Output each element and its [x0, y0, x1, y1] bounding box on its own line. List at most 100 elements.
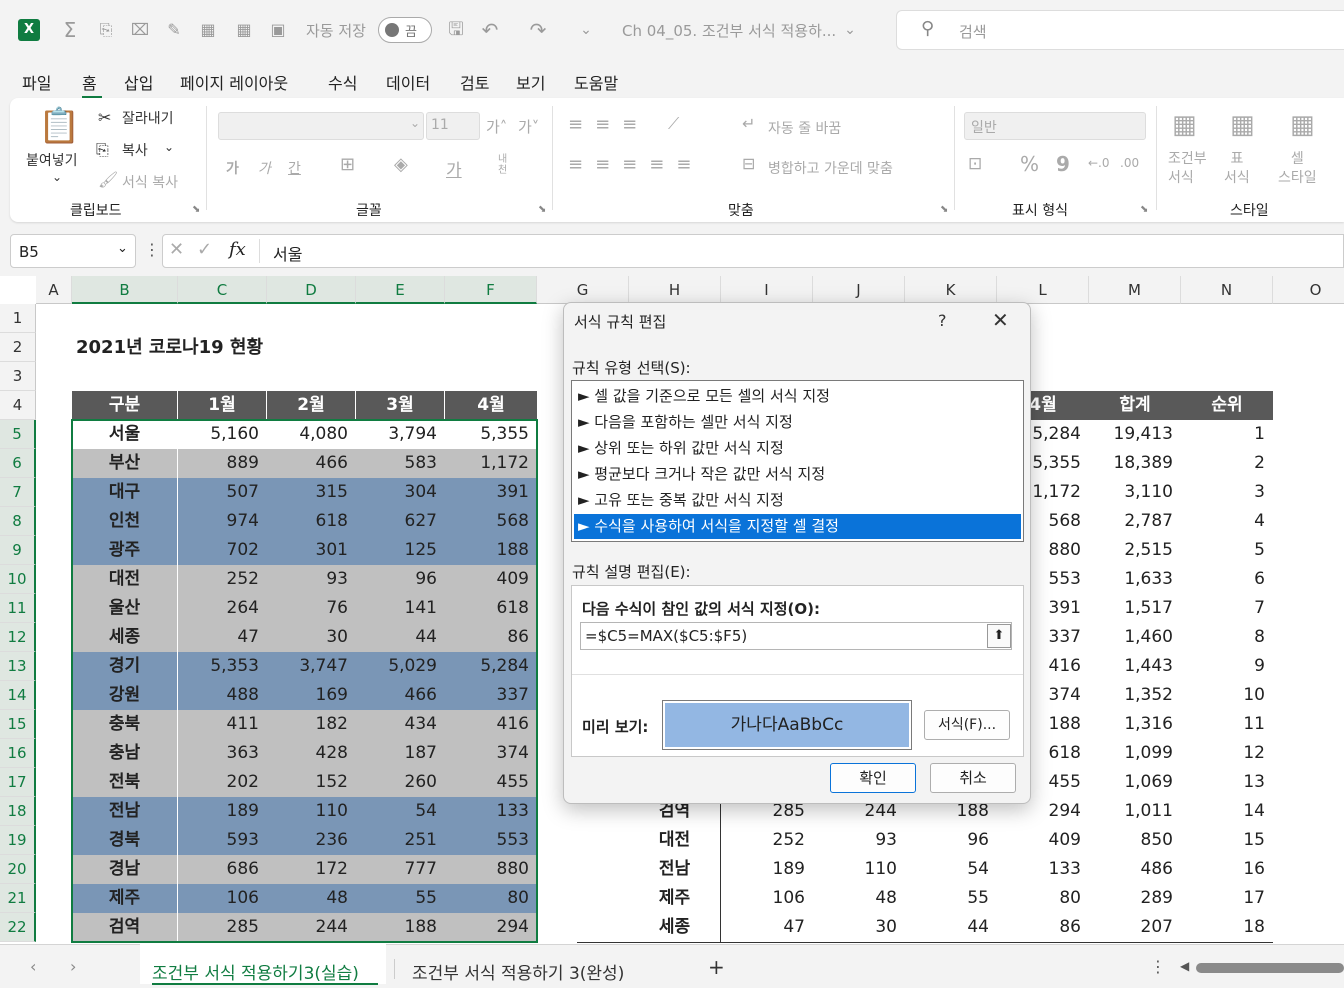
column-header[interactable]: H: [629, 276, 721, 304]
prev-sheet-icon[interactable]: ‹: [30, 957, 36, 976]
row-header[interactable]: 6: [0, 449, 36, 478]
tab-view[interactable]: 보기: [516, 70, 545, 94]
scissors-icon[interactable]: ✂: [98, 108, 111, 127]
ok-button[interactable]: 확인: [830, 763, 916, 793]
cell[interactable]: 486: [1089, 855, 1181, 884]
cell[interactable]: 1,011: [1089, 797, 1181, 826]
cell[interactable]: 627: [356, 507, 445, 536]
row-header[interactable]: 16: [0, 739, 36, 768]
paste-chevron-icon[interactable]: ⌄: [52, 170, 62, 184]
cell[interactable]: 455: [445, 768, 537, 797]
row-header[interactable]: 12: [0, 623, 36, 652]
table-header[interactable]: 4월: [445, 391, 537, 420]
format-painter-icon[interactable]: 🖌: [98, 170, 118, 189]
cell[interactable]: 54: [905, 855, 997, 884]
decrease-font-icon[interactable]: 가˅: [518, 116, 539, 137]
region-cell[interactable]: 대구: [72, 478, 178, 507]
cell[interactable]: 434: [356, 710, 445, 739]
insert-function-icon[interactable]: ⎘: [94, 18, 118, 42]
help-icon[interactable]: ?: [938, 311, 947, 330]
column-header[interactable]: D: [267, 276, 356, 304]
cell[interactable]: 106: [178, 884, 267, 913]
cell[interactable]: 428: [267, 739, 356, 768]
fill-color-icon[interactable]: ◈: [394, 154, 408, 175]
region-cell[interactable]: 대전: [72, 565, 178, 594]
cell[interactable]: 294: [445, 913, 537, 942]
sheet-tab[interactable]: 조건부 서식 적용하기 3(완성): [412, 959, 624, 984]
search-box[interactable]: ⚲ 검색: [896, 10, 1344, 50]
redo-icon[interactable]: ↷: [526, 18, 550, 42]
cell[interactable]: 553: [445, 826, 537, 855]
column-header[interactable]: G: [537, 276, 629, 304]
cell[interactable]: 189: [178, 797, 267, 826]
tab-help[interactable]: 도움말: [574, 70, 618, 94]
cell[interactable]: 618: [445, 594, 537, 623]
font-name-select[interactable]: [218, 112, 424, 140]
column-header[interactable]: N: [1181, 276, 1273, 304]
document-title[interactable]: Ch 04_05. 조건부 서식 적용하...: [622, 20, 836, 41]
cell[interactable]: 1,443: [1089, 652, 1181, 681]
cell[interactable]: 188: [445, 536, 537, 565]
column-header[interactable]: A: [36, 276, 72, 304]
copy-chevron-icon[interactable]: ⌄: [164, 140, 174, 154]
accounting-icon[interactable]: ⊡: [968, 154, 982, 174]
close-icon[interactable]: ✕: [992, 308, 1009, 332]
dialog-launcher-icon[interactable]: ⬊: [192, 204, 200, 215]
cell[interactable]: 252: [178, 565, 267, 594]
cell[interactable]: 1,460: [1089, 623, 1181, 652]
dialog-launcher-icon[interactable]: ⬊: [1140, 204, 1148, 215]
region-cell[interactable]: 제주: [629, 884, 721, 913]
region-cell[interactable]: 충북: [72, 710, 178, 739]
add-sheet-button[interactable]: +: [708, 955, 725, 979]
copy-button[interactable]: 복사: [122, 140, 148, 160]
cell[interactable]: 702: [178, 536, 267, 565]
cell[interactable]: 14: [1181, 797, 1273, 826]
column-header[interactable]: O: [1273, 276, 1344, 304]
cell[interactable]: 583: [356, 449, 445, 478]
formula-bar[interactable]: ✕ ✓ fx 서울: [162, 234, 1344, 268]
cell[interactable]: 16: [1181, 855, 1273, 884]
row-header[interactable]: 1: [0, 304, 36, 333]
region-cell[interactable]: 제주: [72, 884, 178, 913]
row-header[interactable]: 22: [0, 913, 36, 942]
cell[interactable]: 374: [445, 739, 537, 768]
region-cell[interactable]: 인천: [72, 507, 178, 536]
orientation-icon[interactable]: ⟋: [668, 114, 679, 134]
tab-review[interactable]: 검토: [460, 70, 489, 94]
cell[interactable]: 315: [267, 478, 356, 507]
cell[interactable]: 880: [445, 855, 537, 884]
cell[interactable]: 5: [1181, 536, 1273, 565]
rule-type-item[interactable]: ► 고유 또는 중복 값만 서식 지정: [574, 488, 1021, 513]
row-header[interactable]: 11: [0, 594, 36, 623]
formula-content[interactable]: 서울: [273, 241, 302, 265]
cell[interactable]: 3,747: [267, 652, 356, 681]
paste-icon[interactable]: 📋: [38, 106, 82, 150]
font-color-icon[interactable]: 가: [446, 156, 462, 181]
cell[interactable]: 17: [1181, 884, 1273, 913]
region-cell[interactable]: 울산: [72, 594, 178, 623]
cell[interactable]: 777: [356, 855, 445, 884]
number-format-select[interactable]: 일반: [964, 112, 1146, 140]
cell[interactable]: 466: [267, 449, 356, 478]
cell[interactable]: 363: [178, 739, 267, 768]
next-sheet-icon[interactable]: ›: [70, 957, 76, 976]
cell[interactable]: 80: [997, 884, 1089, 913]
fx-icon[interactable]: fx: [229, 239, 246, 260]
row-header[interactable]: 2: [0, 333, 36, 362]
chevron-down-icon[interactable]: ⌄: [117, 241, 128, 256]
autosave-toggle[interactable]: 끔: [378, 17, 432, 43]
font-size-select[interactable]: 11: [426, 112, 480, 140]
format-painter-button[interactable]: 서식 복사: [122, 172, 178, 192]
table-header[interactable]: 합계: [1089, 391, 1181, 420]
cell[interactable]: 289: [1089, 884, 1181, 913]
cell[interactable]: 47: [178, 623, 267, 652]
row-header[interactable]: 5: [0, 420, 36, 449]
row-header[interactable]: 13: [0, 652, 36, 681]
cell[interactable]: 618: [267, 507, 356, 536]
row-header[interactable]: 17: [0, 768, 36, 797]
cell[interactable]: 93: [267, 565, 356, 594]
cell[interactable]: 169: [267, 681, 356, 710]
table-icon[interactable]: ▦: [196, 18, 220, 42]
comma-icon[interactable]: 9: [1056, 152, 1070, 176]
cell[interactable]: 11: [1181, 710, 1273, 739]
